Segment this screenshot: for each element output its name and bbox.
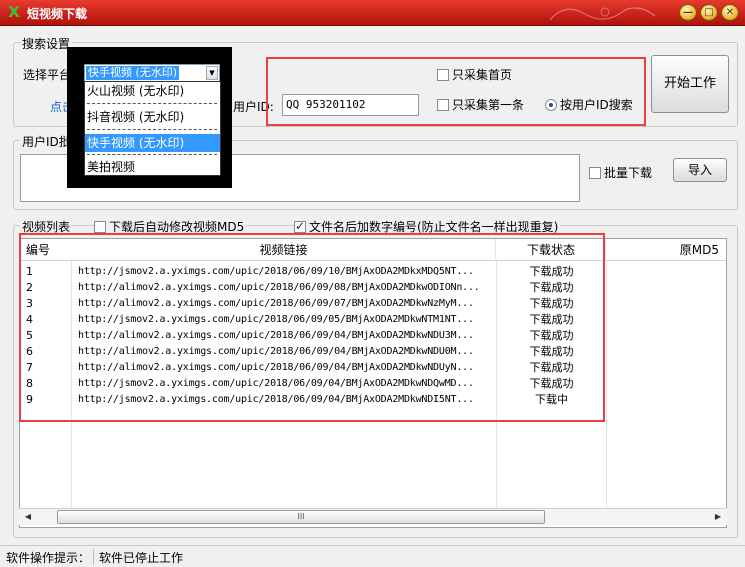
status-hint-label: 软件操作提示： (6, 551, 91, 565)
platform-option[interactable]: 美拍视频 (85, 158, 220, 176)
start-button[interactable]: 开始工作 (651, 55, 729, 113)
title-bar: X 短视频下载 — □ ✕ (0, 0, 745, 26)
window-title: 短视频下载 (27, 7, 88, 21)
close-button[interactable]: ✕ (721, 4, 739, 21)
title-ornament-icon (549, 7, 656, 21)
only-first-page-label: 只采集首页 (452, 68, 513, 82)
platform-select[interactable]: 快手视频 (无水印) ▼ (84, 64, 220, 82)
only-first-page-checkbox[interactable]: 只采集首页 (437, 66, 512, 83)
only-first-item-checkbox[interactable]: 只采集第一条 (437, 96, 524, 113)
status-message: 软件已停止工作 (99, 551, 184, 565)
search-settings-label: 搜索设置 (20, 35, 73, 52)
minimize-button[interactable]: — (679, 4, 697, 21)
scroll-left-icon[interactable]: ◀ (22, 511, 34, 523)
status-bar: 软件操作提示： 软件已停止工作 (0, 545, 745, 567)
maximize-button[interactable]: □ (700, 4, 718, 21)
radio-dot (545, 98, 557, 111)
checkbox-box (94, 220, 106, 233)
checkbox-box (589, 166, 601, 179)
table-highlight (19, 233, 605, 422)
checkbox-box (294, 219, 306, 233)
scroll-thumb[interactable]: III (57, 510, 545, 524)
app-logo-icon: X (8, 3, 20, 21)
only-first-item-label: 只采集第一条 (452, 98, 525, 112)
by-user-id-radio[interactable]: 按用户ID搜索 (545, 96, 633, 113)
chevron-down-icon[interactable]: ▼ (206, 66, 218, 80)
platform-option[interactable]: 抖音视频 (无水印) (85, 108, 220, 126)
checkbox-box (437, 68, 449, 81)
scroll-right-icon[interactable]: ▶ (712, 511, 724, 523)
platform-select-value: 快手视频 (无水印) (86, 66, 180, 80)
platform-option[interactable]: 快手视频 (无水印) (85, 134, 220, 152)
column-header-md5[interactable]: 原MD5 (607, 239, 723, 261)
platform-dropdown-list[interactable]: 火山视频 (无水印) 抖音视频 (无水印) 快手视频 (无水印) 美拍视频 (84, 81, 221, 176)
batch-download-label: 批量下载 (604, 166, 653, 180)
by-user-id-label: 按用户ID搜索 (560, 98, 633, 112)
status-divider (93, 549, 94, 565)
batch-download-checkbox[interactable]: 批量下载 (589, 164, 652, 181)
platform-option[interactable]: 火山视频 (无水印) (85, 82, 220, 100)
checkbox-box (437, 98, 449, 111)
import-button[interactable]: 导入 (673, 158, 727, 182)
horizontal-scrollbar[interactable]: ◀ III ▶ (19, 508, 727, 525)
